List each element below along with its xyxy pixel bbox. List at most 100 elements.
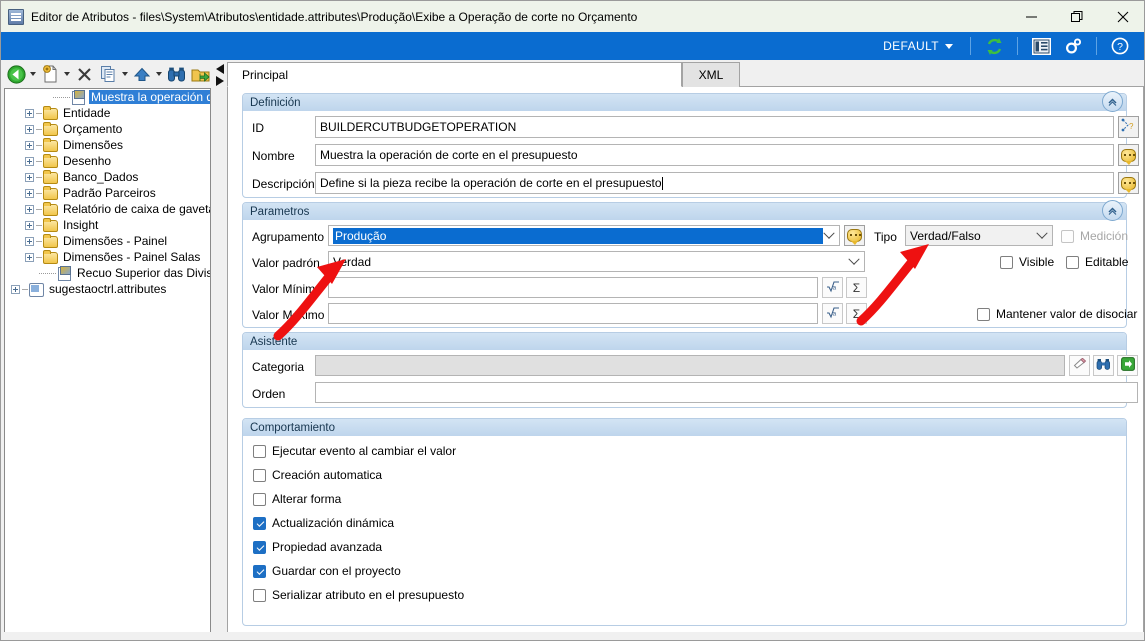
chevron-up-icon[interactable] [1102,200,1123,221]
tree-expand-icon[interactable] [25,220,34,230]
export-button[interactable] [188,62,212,86]
valor-minimo-formula-button[interactable]: a [822,277,843,298]
maximize-button[interactable] [1054,1,1100,32]
behavior-checkbox[interactable] [253,444,266,458]
refresh-icon[interactable] [982,35,1006,57]
tree-item[interactable]: Desenho [5,153,210,169]
chevron-up-icon[interactable] [1102,91,1123,112]
chevron-down-icon[interactable] [28,63,38,85]
mantener-checkbox-row[interactable]: Mantener valor de disociar [977,307,1137,321]
tree-item[interactable]: Orçamento [5,121,210,137]
behavior-option-label: Serializar atributo en el presupuesto [272,588,465,602]
find-button[interactable] [164,62,188,86]
behavior-checkbox[interactable] [253,516,266,530]
clear-category-button[interactable] [1069,355,1090,376]
id-input[interactable]: BUILDERCUTBUDGETOPERATION [315,116,1114,138]
tree-expand-icon[interactable] [25,188,34,198]
descripcion-translate-button[interactable] [1118,172,1139,194]
move-up-button[interactable] [130,62,164,86]
agrupamento-combo[interactable]: Produção [328,225,840,246]
tree-expand-icon[interactable] [25,108,34,118]
tree-item[interactable]: sugestaoctrl.attributes [5,281,210,297]
profile-selector[interactable]: DEFAULT [873,39,963,53]
medicion-checkbox-row[interactable]: Medición [1061,229,1128,243]
behavior-option-row[interactable]: Propiedad avanzada [253,540,382,554]
editable-checkbox[interactable] [1066,255,1079,269]
categoria-input[interactable] [315,355,1065,376]
chevron-down-icon[interactable] [120,63,130,85]
chevron-down-icon[interactable] [62,63,72,85]
tree-item[interactable]: Entidade [5,105,210,121]
agrupamento-translate-button[interactable] [844,225,865,246]
behavior-checkbox[interactable] [253,588,266,602]
nombre-translate-button[interactable] [1118,144,1139,166]
valor-maximo-input[interactable] [328,303,818,324]
tree-expand-icon[interactable] [11,284,20,294]
behavior-checkbox[interactable] [253,492,266,506]
descripcion-input[interactable]: Define si la pieza recibe la operación d… [315,172,1114,194]
editable-checkbox-row[interactable]: Editable [1066,255,1128,269]
visible-checkbox[interactable] [1000,255,1013,269]
orden-input[interactable] [315,382,1138,403]
tree-item[interactable]: Dimensões - Painel [5,233,210,249]
new-button[interactable] [38,62,72,86]
goto-category-button[interactable] [1117,355,1138,376]
visible-checkbox-row[interactable]: Visible [1000,255,1054,269]
tipo-combo[interactable]: Verdad/Falso [905,225,1053,246]
tree-expand-icon[interactable] [25,156,34,166]
behavior-option-row[interactable]: Creación automatica [253,468,382,482]
chevron-down-icon[interactable] [823,226,835,245]
tree-item[interactable]: Padrão Parceiros [5,185,210,201]
nombre-input[interactable]: Muestra la operación de corte en el pres… [315,144,1114,166]
panel-splitter[interactable] [213,60,227,634]
help-icon[interactable]: ? [1108,35,1132,57]
copy-button[interactable] [96,62,130,86]
behavior-option-row[interactable]: Serializar atributo en el presupuesto [253,588,464,602]
dependency-tree-button[interactable]: ? [1118,116,1139,138]
tree-item[interactable]: Recuo Superior das Divisóri [5,265,210,281]
behavior-option-row[interactable]: Ejecutar evento al cambiar el valor [253,444,456,458]
minimize-button[interactable] [1008,1,1054,32]
valor-minimo-sum-button[interactable]: Σ [846,277,867,298]
behavior-checkbox[interactable] [253,564,266,578]
behavior-checkbox[interactable] [253,468,266,482]
tree-expand-icon[interactable] [25,252,34,262]
expand-right-icon[interactable] [216,76,224,86]
tree-expand-icon[interactable] [25,140,34,150]
behavior-option-row[interactable]: Actualización dinámica [253,516,394,530]
valor-minimo-input[interactable] [328,277,818,298]
mantener-checkbox[interactable] [977,307,990,321]
left-toolbar [1,60,217,88]
collapse-left-icon[interactable] [216,64,224,74]
medicion-checkbox[interactable] [1061,229,1074,243]
chevron-down-icon[interactable] [154,63,164,85]
behavior-option-row[interactable]: Alterar forma [253,492,341,506]
tab-xml[interactable]: XML [682,62,740,87]
valor-maximo-formula-button[interactable]: a [822,303,843,324]
delete-button[interactable] [72,62,96,86]
tree-item[interactable]: Relatório de caixa de gaveta [5,201,210,217]
tab-principal[interactable]: Principal [227,62,682,87]
tree-item[interactable]: Dimensões - Painel Salas [5,249,210,265]
attribute-tree-panel[interactable]: Muestra la operación de Entidade Orçamento… [4,88,211,634]
tree-item[interactable]: Banco_Dados [5,169,210,185]
tree-expand-icon[interactable] [25,124,34,134]
tree-item[interactable]: Insight [5,217,210,233]
valor-padron-combo[interactable]: Verdad [328,251,865,272]
list-panel-icon[interactable] [1029,35,1053,57]
close-button[interactable] [1100,1,1144,32]
tree-item[interactable]: Muestra la operación de [5,89,210,105]
behavior-checkbox[interactable] [253,540,266,554]
chevron-down-icon[interactable] [1036,226,1048,245]
nombre-input-value: Muestra la operación de corte en el pres… [320,148,578,162]
tree-expand-icon[interactable] [25,236,34,246]
tree-expand-icon[interactable] [25,204,34,214]
back-button[interactable] [4,62,38,86]
settings-gears-icon[interactable] [1061,35,1085,57]
behavior-option-row[interactable]: Guardar con el proyecto [253,564,401,578]
tree-item[interactable]: Dimensões [5,137,210,153]
find-category-button[interactable] [1093,355,1114,376]
valor-maximo-sum-button[interactable]: Σ [846,303,867,324]
chevron-down-icon[interactable] [848,252,860,271]
tree-expand-icon[interactable] [25,172,34,182]
